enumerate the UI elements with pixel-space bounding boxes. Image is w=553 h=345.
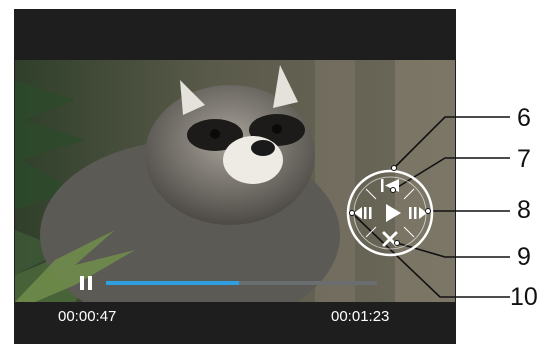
control-dial-overlay <box>346 116 510 298</box>
play-icon[interactable] <box>386 204 401 222</box>
callout-9: 9 <box>517 243 531 271</box>
fast-forward-icon[interactable] <box>409 207 427 219</box>
skip-to-start-icon[interactable] <box>381 179 399 192</box>
callout-6: 6 <box>517 104 531 132</box>
callout-8: 8 <box>517 196 531 224</box>
callout-10: 10 <box>510 283 538 311</box>
callout-7: 7 <box>517 145 531 173</box>
